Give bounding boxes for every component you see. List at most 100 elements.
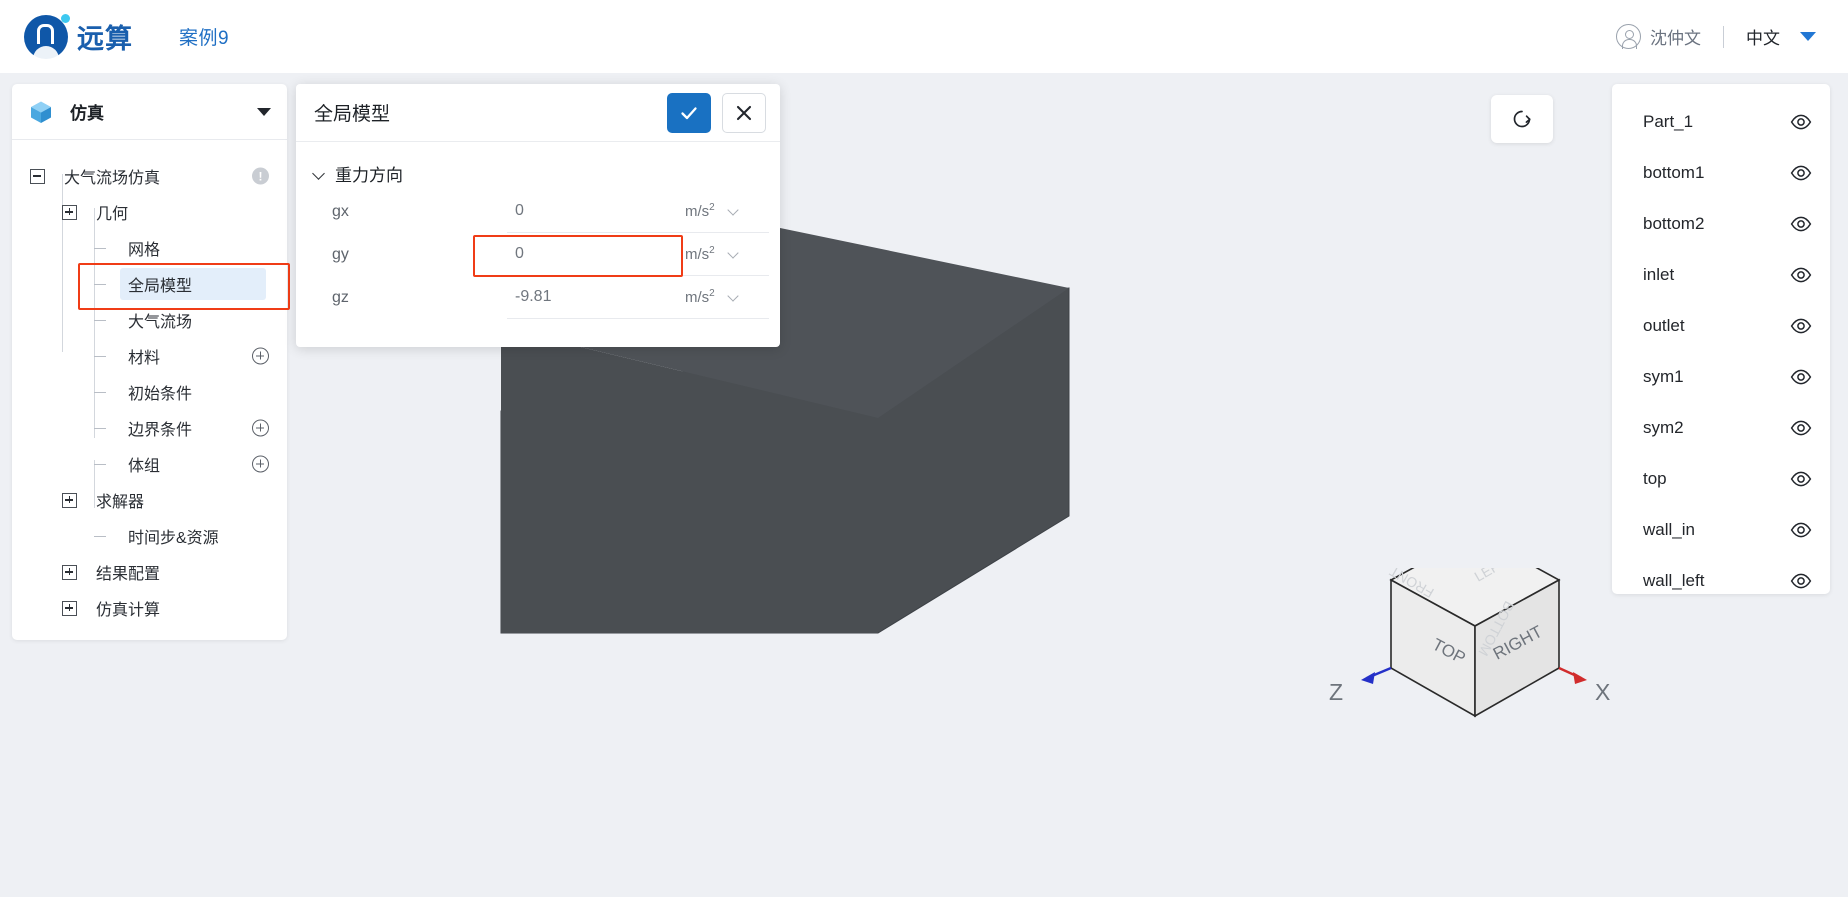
case-title[interactable]: 案例9 — [179, 23, 229, 50]
visibility-eye-icon[interactable] — [1790, 111, 1812, 133]
tree-node-label-wrap: 网格 — [120, 232, 234, 264]
field-row-gz: gz m/s2 — [296, 276, 780, 319]
expand-icon[interactable] — [62, 564, 77, 580]
brand-name: 远算 — [77, 24, 133, 54]
field-label-gx: gx — [332, 202, 349, 220]
language-selector[interactable]: 中文 — [1746, 24, 1780, 49]
tree-node-label-wrap: 几何 — [88, 196, 202, 228]
visibility-eye-icon[interactable] — [1790, 519, 1812, 541]
visibility-eye-icon[interactable] — [1790, 213, 1812, 235]
field-label-gz: gz — [332, 288, 349, 306]
add-item-button[interactable] — [252, 347, 269, 365]
visibility-eye-icon[interactable] — [1790, 570, 1812, 592]
tree-node-12[interactable]: 仿真计算 — [12, 590, 287, 626]
expand-icon[interactable] — [62, 600, 77, 616]
tree-leaf-dash-icon — [94, 313, 109, 328]
chevron-down-icon[interactable] — [1800, 32, 1816, 41]
tree-node-label-wrap: 全局模型 — [120, 268, 267, 300]
chevron-down-icon[interactable] — [257, 107, 271, 116]
collapse-icon[interactable] — [30, 168, 45, 184]
part-list-item[interactable]: bottom2 — [1612, 198, 1830, 249]
part-list-item[interactable]: top — [1612, 453, 1830, 504]
top-bar-right: 沈仲文 中文 — [1616, 24, 1816, 49]
tree-node-0[interactable]: 大气流场仿真! — [12, 158, 287, 194]
tree-node-label: 全局模型 — [128, 278, 193, 295]
chevron-down-icon — [314, 168, 325, 179]
tree-node-3[interactable]: 全局模型 — [12, 266, 287, 302]
tree-node-8[interactable]: 体组 — [12, 446, 287, 482]
dialog-actions — [667, 92, 766, 133]
gravity-direction-section-header[interactable]: 重力方向 — [296, 156, 780, 190]
tree-leaf-dash-icon — [94, 349, 109, 364]
chevron-down-icon — [729, 206, 739, 216]
tree-node-7[interactable]: 边界条件 — [12, 410, 287, 446]
part-list-item[interactable]: Part_1 — [1612, 96, 1830, 147]
tree-node-label: 时间步&资源 — [128, 530, 219, 547]
tree-node-11[interactable]: 结果配置 — [12, 554, 287, 590]
tree-node-10[interactable]: 时间步&资源 — [12, 518, 287, 554]
tree-node-label: 大气流场仿真 — [64, 170, 161, 187]
part-list-item[interactable]: sym1 — [1612, 351, 1830, 402]
tree-leaf-dash-icon — [94, 457, 109, 472]
divider — [1723, 25, 1724, 48]
tree-node-5[interactable]: 材料 — [12, 338, 287, 374]
tree-leaf-dash-icon — [94, 277, 109, 292]
tree-node-label-wrap: 材料 — [120, 340, 234, 372]
user-menu[interactable]: 沈仲文 — [1616, 24, 1701, 49]
tree-node-label-wrap: 时间步&资源 — [120, 520, 293, 552]
add-item-button[interactable] — [252, 455, 269, 473]
sidebar-header-title: 仿真 — [70, 104, 104, 123]
gx-unit-select[interactable]: m/s2 — [679, 191, 769, 233]
brand[interactable]: 远算 — [24, 13, 133, 59]
close-icon — [736, 105, 752, 120]
add-item-button[interactable] — [252, 419, 269, 437]
axis-label-x: X — [1595, 679, 1610, 705]
part-name: sym1 — [1643, 366, 1684, 386]
part-list-item[interactable]: outlet — [1612, 300, 1830, 351]
confirm-button[interactable] — [667, 92, 711, 133]
part-name: inlet — [1643, 264, 1675, 284]
reset-view-button[interactable] — [1491, 95, 1553, 143]
visibility-eye-icon[interactable] — [1790, 366, 1812, 388]
tree-node-4[interactable]: 大气流场 — [12, 302, 287, 338]
view-orientation-cube[interactable]: TOP RIGHT FRONT LEFT BOTTOM Z X — [1323, 568, 1623, 798]
visibility-eye-icon[interactable] — [1790, 264, 1812, 286]
part-list-item[interactable]: wall_in — [1612, 504, 1830, 555]
gy-input[interactable] — [507, 233, 679, 276]
tree-node-label-wrap: 大气流场 — [120, 304, 266, 336]
expand-icon[interactable] — [62, 492, 77, 508]
logo-spark-icon — [61, 13, 70, 23]
gz-input[interactable] — [507, 276, 679, 319]
tree-node-2[interactable]: 网格 — [12, 230, 287, 266]
tree-node-label: 体组 — [128, 458, 161, 475]
tree-node-label: 材料 — [128, 350, 161, 367]
part-list-item[interactable]: bottom1 — [1612, 147, 1830, 198]
refresh-icon — [1513, 110, 1531, 128]
part-list-item[interactable]: inlet — [1612, 249, 1830, 300]
expand-icon[interactable] — [62, 204, 77, 220]
visibility-eye-icon[interactable] — [1790, 315, 1812, 337]
axis-label-z: Z — [1329, 679, 1343, 705]
gx-input[interactable] — [507, 190, 679, 233]
part-name: sym2 — [1643, 417, 1684, 437]
dialog-header: 全局模型 — [296, 84, 780, 142]
visibility-eye-icon[interactable] — [1790, 417, 1812, 439]
tree-leaf-dash-icon — [94, 421, 109, 436]
gz-unit-select[interactable]: m/s2 — [679, 277, 769, 319]
gy-unit-select[interactable]: m/s2 — [679, 234, 769, 276]
tree-node-label-wrap: 仿真计算 — [88, 592, 234, 624]
part-list-item[interactable]: sym2 — [1612, 402, 1830, 453]
tree-node-label: 结果配置 — [96, 566, 161, 583]
simulation-cube-icon — [28, 99, 54, 125]
part-list-item[interactable]: wall_left — [1612, 555, 1830, 594]
dialog-title: 全局模型 — [314, 104, 391, 125]
part-name: wall_left — [1643, 570, 1705, 590]
cancel-button[interactable] — [722, 92, 766, 133]
tree-node-9[interactable]: 求解器 — [12, 482, 287, 518]
visibility-eye-icon[interactable] — [1790, 468, 1812, 490]
tree-node-6[interactable]: 初始条件 — [12, 374, 287, 410]
tree-node-1[interactable]: 几何 — [12, 194, 287, 230]
visibility-eye-icon[interactable] — [1790, 162, 1812, 184]
sidebar-header[interactable]: 仿真 — [12, 84, 287, 140]
chevron-down-icon — [729, 292, 739, 302]
